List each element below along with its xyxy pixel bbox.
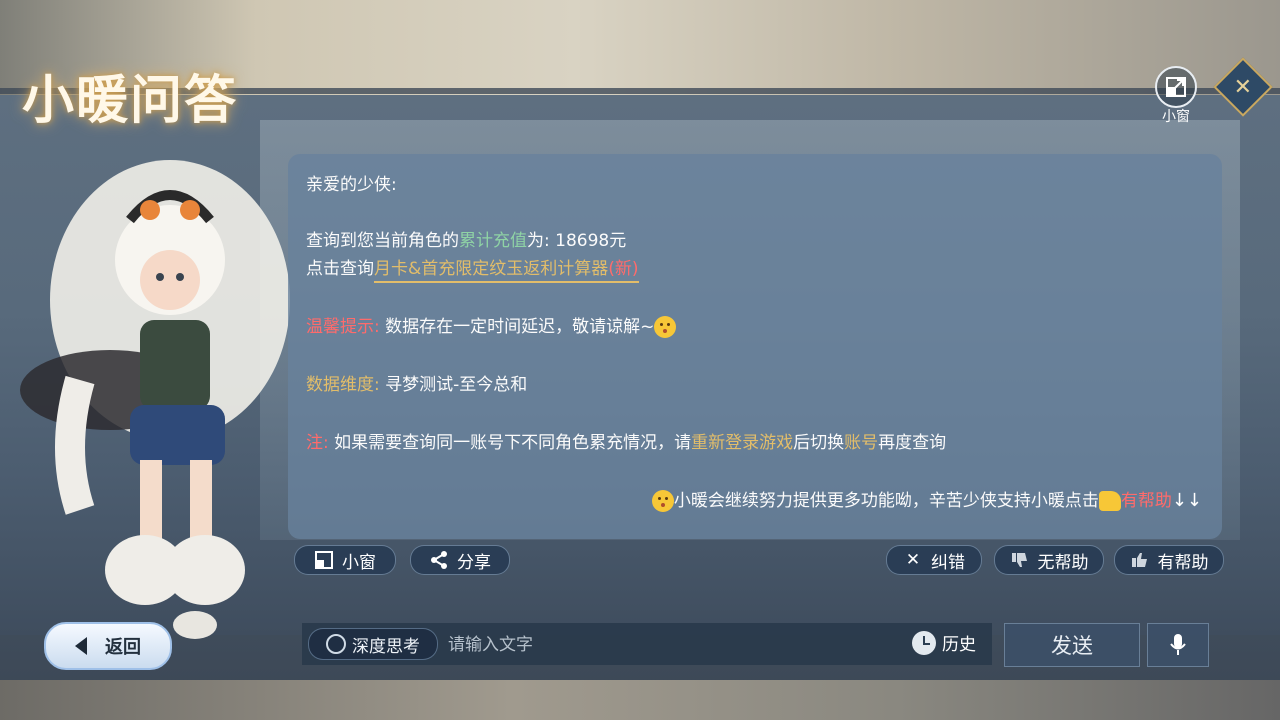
note-text-3: 再度查询 — [878, 433, 947, 453]
character-illustration — [20, 160, 290, 639]
helpful-label: 有帮助 — [1157, 552, 1209, 573]
cumulative-recharge-label: 累计充值 — [459, 231, 527, 251]
close-icon: ✕ — [1233, 74, 1253, 100]
mini-window-button[interactable]: 小窗 — [294, 545, 396, 575]
greeting-text: 亲爱的少侠: — [306, 175, 397, 195]
query-prefix: 查询到您当前角色的 — [306, 231, 459, 251]
footer-line: 小暖会继续努力提供更多功能呦，辛苦少侠支持小暖点击 有帮助↓↓ — [651, 486, 1202, 512]
tip-label: 温馨提示: — [306, 317, 380, 337]
thumbs-down-icon — [1010, 550, 1030, 570]
note-text-2: 后切换 — [793, 433, 845, 453]
recharge-value: 18698元 — [555, 231, 627, 251]
deep-think-toggle[interactable]: 深度思考 — [308, 628, 438, 660]
mini-window-icon — [1155, 66, 1197, 108]
note-text-1: 如果需要查询同一账号下不同角色累充情况，请 — [334, 433, 692, 453]
microphone-icon — [1170, 634, 1186, 655]
not-helpful-label: 无帮助 — [1037, 552, 1089, 573]
mini-window-top-button[interactable]: 小窗 — [1154, 66, 1198, 126]
footer-helpful-link[interactable]: 有帮助 — [1121, 491, 1172, 511]
tip-line: 温馨提示: 数据存在一定时间延迟，敬请谅解~ — [306, 312, 677, 338]
tip-text: 数据存在一定时间延迟，敬请谅解~ — [385, 317, 655, 337]
footer-text: 小暖会继续努力提供更多功能呦，辛苦少侠支持小暖点击 — [673, 491, 1099, 511]
history-label: 历史 — [942, 635, 976, 655]
report-error-button[interactable]: ✕ 纠错 — [886, 545, 982, 575]
dimension-label: 数据维度: — [306, 375, 380, 395]
dimension-line: 数据维度: 寻梦测试-至今总和 — [306, 370, 527, 395]
note-label: 注: — [306, 433, 329, 453]
share-button[interactable]: 分享 — [410, 545, 510, 575]
mini-window-label: 小窗 — [342, 552, 376, 573]
calculator-new-badge: (新) — [608, 259, 639, 279]
note-line: 注: 如果需要查询同一账号下不同角色累充情况，请重新登录游戏后切换账号再度查询 — [306, 428, 946, 453]
back-arrow-icon — [75, 637, 87, 655]
report-error-label: 纠错 — [931, 552, 965, 573]
share-icon — [429, 550, 449, 570]
calculator-link-text: 月卡&首充限定纹玉返利计算器 — [374, 259, 609, 279]
message-input[interactable] — [446, 630, 890, 660]
helpful-button[interactable]: 有帮助 — [1114, 545, 1224, 575]
recharge-line: 查询到您当前角色的累计充值为: 18698元 — [306, 226, 626, 251]
send-button[interactable]: 发送 — [1004, 623, 1140, 667]
query-middle: 为: — [527, 231, 556, 251]
kiss-emoji-icon — [654, 316, 677, 338]
clock-icon — [912, 630, 936, 655]
mini-window-top-label: 小窗 — [1162, 109, 1190, 125]
page-title: 小暖问答 — [22, 70, 239, 131]
thumbs-up-emoji-icon — [1098, 491, 1121, 511]
back-label: 返回 — [105, 637, 141, 658]
cross-icon: ✕ — [905, 550, 921, 570]
kiss-emoji-icon-2 — [651, 490, 674, 512]
deep-think-label: 深度思考 — [352, 636, 420, 657]
background-floor — [0, 680, 1280, 720]
calc-prefix: 点击查询 — [306, 259, 374, 279]
note-relogin: 重新登录游戏 — [691, 433, 794, 453]
dimension-value: 寻梦测试-至今总和 — [385, 375, 528, 395]
thumbs-up-icon — [1130, 550, 1150, 570]
back-button[interactable]: 返回 — [44, 622, 172, 670]
mini-window-small-icon — [314, 550, 334, 570]
answer-panel: 亲爱的少侠: 查询到您当前角色的累计充值为: 18698元 点击查询月卡&首充限… — [288, 154, 1222, 539]
share-label: 分享 — [457, 552, 491, 573]
not-helpful-button[interactable]: 无帮助 — [994, 545, 1104, 575]
down-arrows: ↓↓ — [1171, 490, 1202, 511]
send-label: 发送 — [1051, 634, 1093, 658]
history-button[interactable]: 历史 — [912, 630, 976, 655]
calculator-link[interactable]: 月卡&首充限定纹玉返利计算器(新) — [374, 259, 639, 283]
note-account: 账号 — [844, 433, 879, 453]
radio-icon — [326, 634, 346, 654]
calculator-line: 点击查询月卡&首充限定纹玉返利计算器(新) — [306, 254, 639, 283]
microphone-button[interactable] — [1147, 623, 1209, 667]
